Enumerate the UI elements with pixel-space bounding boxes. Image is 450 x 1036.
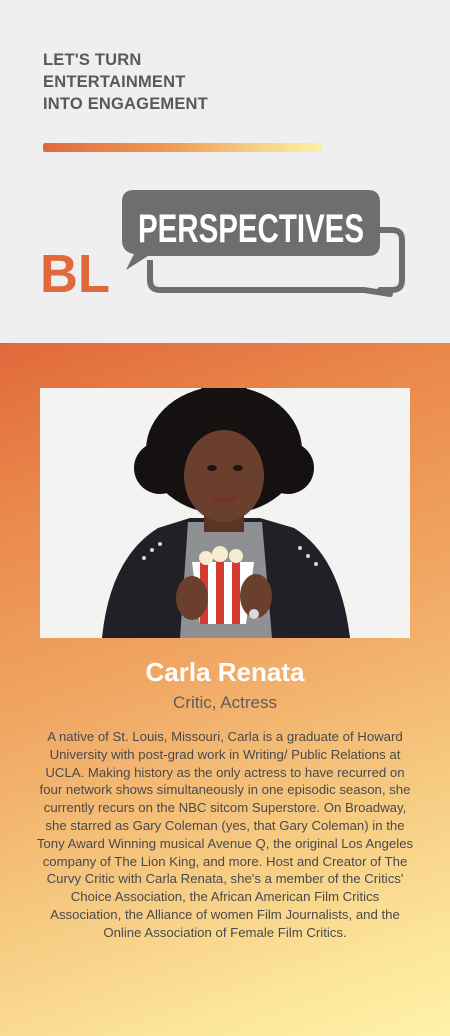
header-section: LET'S TURN ENTERTAINMENT INTO ENGAGEMENT… <box>0 0 450 343</box>
profile-name: Carla Renata <box>145 657 305 687</box>
gradient-divider <box>43 143 322 152</box>
profile-bio: A native of St. Louis, Missouri, Carla i… <box>36 729 414 940</box>
tagline-line-2: ENTERTAINMENT <box>43 73 186 91</box>
profile-section: Carla Renata Critic, Actress A native of… <box>0 343 450 1036</box>
bl-perspectives-logo: BL PERSPECTIVES <box>40 190 405 298</box>
tagline-line-3: INTO ENGAGEMENT <box>43 95 208 113</box>
profile-photo <box>40 388 410 638</box>
profile-role: Critic, Actress <box>173 693 277 712</box>
logo-wordmark: PERSPECTIVES <box>138 207 364 251</box>
tagline: LET'S TURN ENTERTAINMENT INTO ENGAGEMENT <box>43 49 208 115</box>
tagline-line-1: LET'S TURN <box>43 51 142 69</box>
logo-initials: BL <box>40 244 110 298</box>
portrait-illustration <box>40 388 410 638</box>
